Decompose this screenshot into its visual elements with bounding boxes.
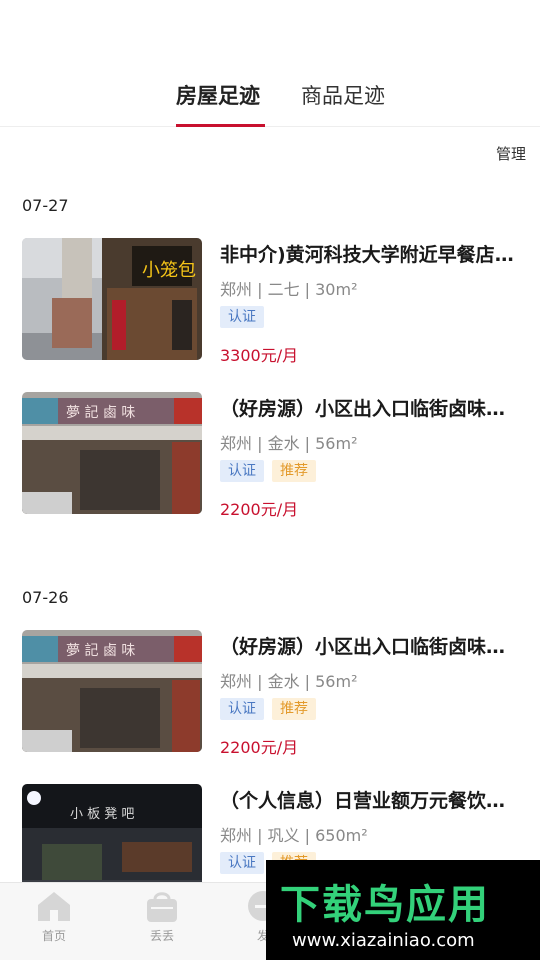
- listing-price: 2200元/月: [220, 500, 299, 519]
- tag-verified: 认证: [220, 306, 264, 328]
- svg-text:夢 記 鹵 味: 夢 記 鹵 味: [66, 642, 135, 659]
- tab-house-footprint[interactable]: 房屋足迹: [176, 80, 260, 110]
- nav-home[interactable]: 首页: [19, 889, 89, 944]
- listing-tags: 认证: [220, 306, 264, 328]
- date-header: 07-26: [22, 588, 69, 607]
- tag-verified: 认证: [220, 852, 264, 874]
- listing-card[interactable]: 小笼包 非中介)黄河科技大学附近早餐店转让 郑州 | 二七 | 30m² 认证 …: [0, 238, 540, 365]
- listing-thumbnail: 夢 記 鹵 味: [22, 630, 202, 752]
- watermark-title: 下载鸟应用: [280, 882, 490, 928]
- listing-title: 非中介)黄河科技大学附近早餐店转让: [220, 244, 520, 266]
- listing-thumbnail: 夢 記 鹵 味: [22, 392, 202, 514]
- listing-title: （好房源）小区出入口临街卤味店转让: [220, 636, 520, 658]
- footprint-tabs: 房屋足迹 商品足迹: [0, 0, 540, 127]
- manage-button[interactable]: 管理: [496, 143, 526, 164]
- listing-title: （个人信息）日营业额万元餐饮店转让: [220, 790, 520, 812]
- listing-card[interactable]: 夢 記 鹵 味 （好房源）小区出入口临街卤味店转让 郑州 | 金水 | 56m²…: [0, 392, 540, 519]
- tag-recommended: 推荐: [272, 460, 316, 482]
- listing-tags: 认证 推荐: [220, 698, 316, 720]
- nav-home-label: 首页: [41, 929, 66, 943]
- listing-location: 郑州 | 金水 | 56m²: [220, 434, 358, 453]
- listing-price: 2200元/月: [220, 738, 299, 757]
- listing-price: 3300元/月: [220, 346, 299, 365]
- listing-thumbnail: 小笼包: [22, 238, 202, 360]
- bag-icon: [147, 892, 177, 922]
- listing-location: 郑州 | 二七 | 30m²: [220, 280, 358, 299]
- nav-diudiu[interactable]: 丢丢: [127, 889, 197, 944]
- svg-text:夢 記 鹵 味: 夢 記 鹵 味: [66, 404, 135, 421]
- svg-text:小 板 凳 吧: 小 板 凳 吧: [70, 806, 134, 822]
- listing-location: 郑州 | 巩义 | 650m²: [220, 826, 368, 845]
- date-header: 07-27: [22, 196, 69, 215]
- home-icon: [38, 892, 70, 921]
- nav-diudiu-label: 丢丢: [149, 929, 174, 943]
- listing-location: 郑州 | 金水 | 56m²: [220, 672, 358, 691]
- tag-verified: 认证: [220, 698, 264, 720]
- active-tab-indicator: [176, 124, 265, 127]
- listing-tags: 认证 推荐: [220, 460, 316, 482]
- listing-card[interactable]: 夢 記 鹵 味 （好房源）小区出入口临街卤味店转让 郑州 | 金水 | 56m²…: [0, 630, 540, 757]
- watermark-banner: 下载鸟应用 www.xiazainiao.com: [266, 860, 540, 960]
- watermark-url: www.xiazainiao.com: [292, 930, 475, 951]
- tag-verified: 认证: [220, 460, 264, 482]
- tag-recommended: 推荐: [272, 698, 316, 720]
- tab-goods-footprint[interactable]: 商品足迹: [301, 80, 385, 110]
- listing-title: （好房源）小区出入口临街卤味店转让: [220, 398, 520, 420]
- svg-text:小笼包: 小笼包: [142, 260, 196, 281]
